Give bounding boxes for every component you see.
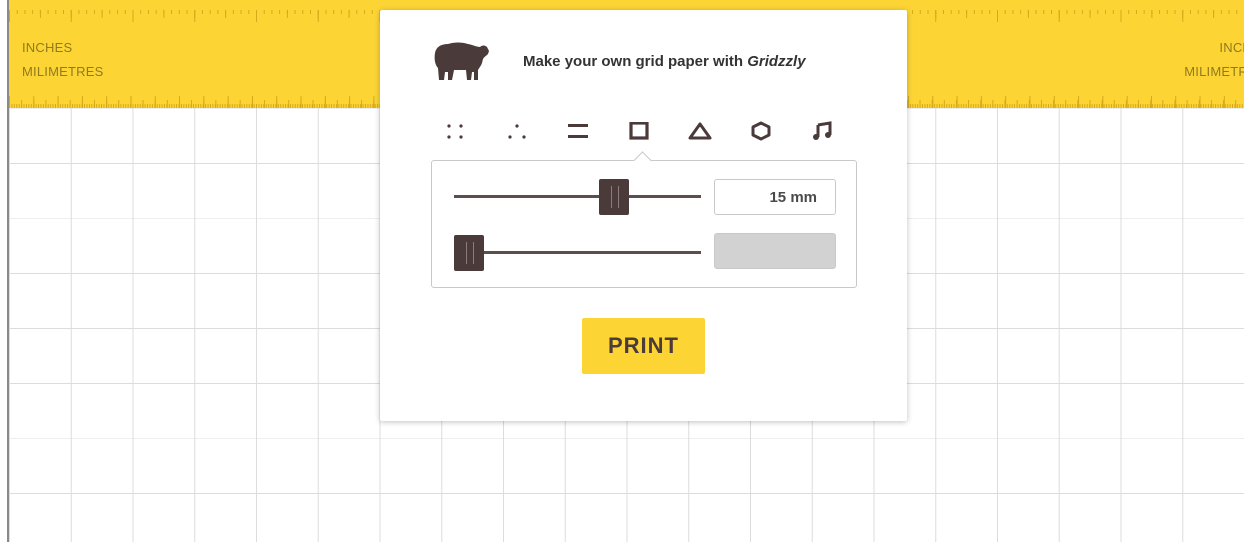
grid-size-field[interactable]: 15 mm — [714, 179, 836, 215]
settings-panel: Make your own grid paper with Gridzzly 1… — [380, 10, 907, 421]
slider-handle[interactable] — [454, 235, 484, 271]
ruler-label-inches-right: INCH — [1219, 40, 1244, 55]
tab-music[interactable] — [806, 116, 838, 146]
brand-name: Gridzzly — [747, 52, 806, 70]
tab-triangles[interactable] — [684, 116, 716, 146]
page-left-edge — [0, 0, 9, 542]
triangle-icon — [688, 122, 712, 140]
grid-controls: 15 mm — [431, 151, 857, 288]
bear-icon — [434, 42, 489, 80]
ruler-label-millimetres: MILIMETRES — [22, 64, 104, 79]
square-dots-icon — [447, 124, 463, 139]
ruler-label-inches: INCHES — [22, 40, 73, 55]
tab-hexagons[interactable] — [745, 116, 777, 146]
ruler-label-millimetres-right: MILIMETR — [1184, 64, 1244, 79]
brand-header: Make your own grid paper with Gridzzly — [432, 39, 806, 83]
controls-pointer — [633, 151, 652, 170]
grid-size-slider[interactable] — [454, 179, 701, 215]
hexagon-icon — [751, 121, 771, 141]
slider-track — [454, 251, 701, 254]
tab-triangle-dots[interactable] — [501, 116, 533, 146]
secondary-slider[interactable] — [454, 235, 701, 271]
music-note-icon — [813, 121, 832, 140]
tab-squares[interactable] — [623, 116, 655, 146]
tab-lines[interactable] — [562, 116, 594, 146]
tagline-prefix: Make your own grid paper with — [523, 52, 748, 70]
square-icon — [629, 122, 649, 140]
triangle-dots-icon — [508, 124, 526, 139]
slider-track — [454, 195, 701, 198]
slider-handle[interactable] — [599, 179, 629, 215]
print-button[interactable]: PRINT — [582, 318, 705, 374]
shape-tabs — [440, 116, 840, 146]
tab-square-dots[interactable] — [440, 116, 472, 146]
secondary-field-disabled — [714, 233, 836, 269]
tagline: Make your own grid paper with Gridzzly — [523, 53, 806, 70]
lines-icon — [568, 124, 588, 138]
